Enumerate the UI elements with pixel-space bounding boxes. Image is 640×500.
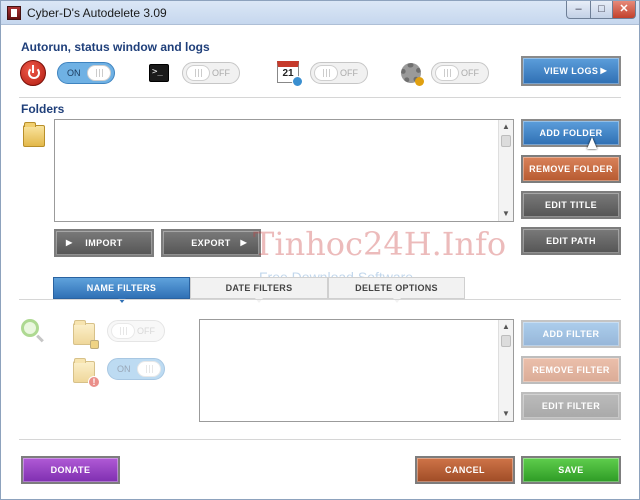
scroll-up-icon[interactable]: ▲ [499, 120, 513, 134]
gear-icon [401, 63, 424, 86]
tab-name-filters[interactable]: NAME FILTERS [53, 277, 190, 303]
mouse-cursor [587, 137, 597, 149]
maximize-button[interactable]: □ [590, 1, 613, 19]
calendar-day: 21 [282, 68, 294, 79]
toggle-knob [137, 361, 161, 377]
filters-scrollbar[interactable]: ▲ ▼ [498, 320, 513, 421]
filters-list[interactable]: ▲ ▼ [199, 319, 514, 422]
warning-filter-toggle[interactable]: ON [107, 358, 165, 380]
remove-folder-button[interactable]: REMOVE FOLDER [521, 155, 621, 183]
toggle-knob [314, 65, 338, 81]
edit-filter-button[interactable]: EDIT FILTER [521, 392, 621, 420]
tabs-divider [19, 299, 621, 300]
folder-icon [23, 122, 45, 147]
folder-warning-icon: ! [73, 358, 100, 388]
toggle-label: ON [67, 68, 81, 78]
gear-badge [415, 77, 424, 86]
tab-delete-options[interactable]: DELETE OPTIONS [328, 277, 465, 303]
folders-list[interactable]: ▲ ▼ [54, 119, 514, 222]
tab-label: DELETE OPTIONS [355, 283, 438, 293]
terminal-icon: >_ [149, 64, 169, 82]
warning-icon: ! [88, 376, 100, 388]
view-logs-button[interactable]: VIEW LOGS ▶ [521, 56, 621, 86]
toggle-label: OFF [340, 68, 358, 78]
close-button[interactable]: ✕ [612, 1, 636, 19]
scroll-down-icon[interactable]: ▼ [499, 407, 513, 421]
logs-toggle[interactable]: OFF [431, 62, 489, 84]
toggle-label: OFF [461, 68, 479, 78]
scroll-up-icon[interactable]: ▲ [499, 320, 513, 334]
scroll-thumb[interactable] [501, 335, 511, 347]
add-folder-button[interactable]: ADD FOLDER [521, 119, 621, 147]
app-icon [7, 6, 21, 20]
watermark: Tinhoc24H.Info [253, 225, 507, 263]
remove-filter-button[interactable]: REMOVE FILTER [521, 356, 621, 384]
folders-heading: Folders [21, 102, 65, 116]
status-window-toggle[interactable]: OFF [182, 62, 240, 84]
tab-date-filters[interactable]: DATE FILTERS [190, 277, 328, 303]
import-label: IMPORT [85, 238, 123, 248]
autorun-heading: Autorun, status window and logs [21, 40, 210, 54]
title-bar: Cyber-D's Autodelete 3.09 – □ ✕ [1, 1, 639, 25]
chevron-right-icon: ▶ [240, 238, 247, 247]
section-divider [19, 97, 621, 98]
window-title: Cyber-D's Autodelete 3.09 [27, 6, 167, 20]
edit-path-button[interactable]: EDIT PATH [521, 227, 621, 255]
calendar-icon: 21 [277, 61, 303, 87]
import-button[interactable]: ▶ IMPORT [54, 229, 154, 257]
view-logs-label: VIEW LOGS [543, 66, 599, 76]
toggle-knob [111, 323, 135, 339]
toggle-label: ON [117, 364, 131, 374]
toggle-label: OFF [212, 68, 230, 78]
toggle-label: OFF [137, 326, 155, 336]
save-button[interactable]: SAVE [521, 456, 621, 484]
footer-divider [19, 439, 621, 440]
edit-title-button[interactable]: EDIT TITLE [521, 191, 621, 219]
export-button[interactable]: EXPORT ▶ [161, 229, 261, 257]
add-filter-button[interactable]: ADD FILTER [521, 320, 621, 348]
autorun-toggle[interactable]: ON [57, 62, 115, 84]
chevron-right-icon: ▶ [66, 238, 73, 247]
clock-icon [292, 76, 303, 87]
lock-filter-toggle[interactable]: OFF [107, 320, 165, 342]
toggle-knob [186, 65, 210, 81]
tab-label: NAME FILTERS [86, 283, 157, 293]
lock-icon [90, 340, 99, 349]
toggle-knob [87, 65, 111, 81]
search-icon [21, 319, 39, 337]
toggle-knob [435, 65, 459, 81]
chevron-right-icon: ▶ [600, 66, 607, 75]
donate-button[interactable]: DONATE [21, 456, 120, 484]
export-label: EXPORT [191, 238, 231, 248]
app-window: Cyber-D's Autodelete 3.09 – □ ✕ Autorun,… [0, 0, 640, 500]
minimize-button[interactable]: – [566, 1, 591, 19]
folder-lock-icon [73, 320, 99, 349]
folders-scrollbar[interactable]: ▲ ▼ [498, 120, 513, 221]
scroll-down-icon[interactable]: ▼ [499, 207, 513, 221]
scroll-thumb[interactable] [501, 135, 511, 147]
schedule-toggle[interactable]: OFF [310, 62, 368, 84]
cancel-button[interactable]: CANCEL [415, 456, 515, 484]
tab-label: DATE FILTERS [225, 283, 293, 293]
power-icon [20, 60, 46, 86]
